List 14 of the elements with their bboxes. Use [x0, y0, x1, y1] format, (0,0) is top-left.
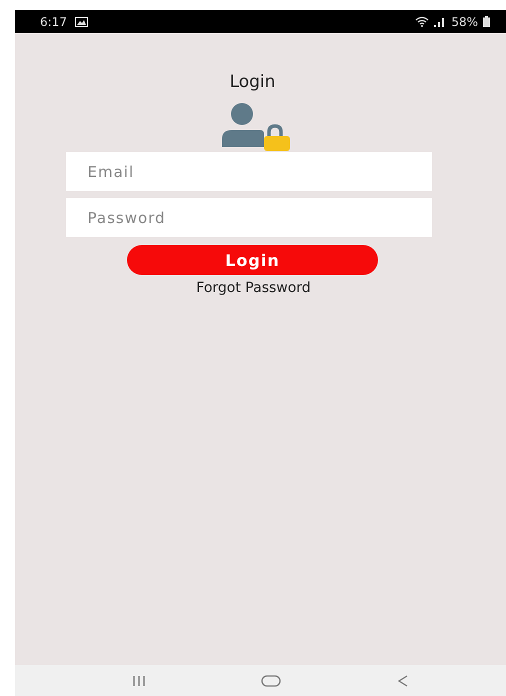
battery-percent: 58% — [451, 14, 478, 28]
page-title: Login — [230, 72, 276, 92]
signal-icon — [434, 16, 446, 26]
forgot-password-link[interactable]: Forgot Password — [196, 280, 311, 296]
home-icon[interactable] — [261, 674, 282, 686]
battery-icon — [483, 16, 490, 27]
password-field[interactable]: Password — [66, 198, 432, 237]
recent-apps-icon[interactable] — [133, 676, 146, 686]
image-icon — [74, 16, 88, 26]
email-field[interactable]: Email — [66, 152, 432, 191]
status-time: 6:17 — [40, 14, 67, 28]
login-button[interactable]: Login — [127, 245, 378, 275]
wifi-icon — [415, 16, 430, 27]
back-icon[interactable] — [398, 674, 408, 686]
